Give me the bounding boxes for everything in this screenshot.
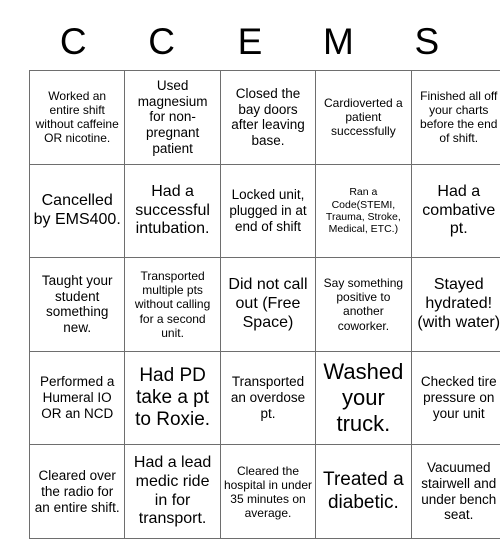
bingo-cell[interactable]: Transported an overdose pt. bbox=[219, 350, 317, 446]
bingo-cell[interactable]: Closed the bay doors after leaving base. bbox=[219, 70, 317, 165]
bingo-cell[interactable]: Finished all off your charts before the … bbox=[410, 70, 500, 165]
bingo-cell-text: Cleared the hospital in under 35 minutes… bbox=[223, 463, 312, 520]
bingo-cell[interactable]: Worked an entire shift without caffeine … bbox=[28, 70, 126, 165]
bingo-cell[interactable]: Cancelled by EMS400. bbox=[28, 163, 126, 259]
bingo-row: Performed a Humeral IO OR an NCD Had PD … bbox=[28, 350, 500, 446]
bingo-card: C C E M S Worked an entire shift without… bbox=[28, 12, 500, 539]
bingo-cell-text: Had PD take a pt to Roxie. bbox=[135, 364, 211, 431]
bingo-cell[interactable]: Say something positive to another cowork… bbox=[315, 257, 412, 352]
bingo-row: Cleared over the radio for an entire shi… bbox=[28, 444, 500, 539]
bingo-cell-text: Transported an overdose pt. bbox=[230, 374, 306, 421]
bingo-cell[interactable]: Used magnesium for non-pregnant patient bbox=[124, 70, 221, 165]
bingo-cell[interactable]: Had a successful intubation. bbox=[124, 163, 221, 259]
bingo-cell-text: Washed your truck. bbox=[323, 359, 404, 436]
bingo-cell[interactable]: Cleared the hospital in under 35 minutes… bbox=[219, 444, 317, 539]
bingo-header-letter-3: E bbox=[237, 20, 263, 62]
bingo-cell-text: Locked unit, plugged in at end of shift bbox=[229, 187, 307, 234]
bingo-header-letter-1: C bbox=[59, 20, 87, 62]
bingo-cell-text: Checked tire pressure on your unit bbox=[420, 374, 497, 421]
bingo-cell[interactable]: Washed your truck. bbox=[315, 350, 412, 446]
bingo-cell-free-space[interactable]: Did not call out (Free Space) bbox=[219, 257, 317, 352]
bingo-cell-text: Closed the bay doors after leaving base. bbox=[231, 85, 305, 149]
bingo-header-letter-4: M bbox=[323, 20, 354, 62]
bingo-row: Taught your student something new. Trans… bbox=[28, 257, 500, 352]
bingo-cell-text: Had a combative pt. bbox=[422, 182, 496, 238]
bingo-grid: Worked an entire shift without caffeine … bbox=[28, 70, 500, 539]
bingo-cell[interactable]: Ran a Code(STEMI, Trauma, Stroke, Medica… bbox=[315, 163, 412, 259]
bingo-cell-text: Had a successful intubation. bbox=[135, 182, 210, 238]
bingo-row: Worked an entire shift without caffeine … bbox=[28, 70, 500, 165]
bingo-cell-text: Say something positive to another cowork… bbox=[323, 276, 404, 333]
bingo-cell-text: Used magnesium for non-pregnant patient bbox=[137, 77, 208, 156]
bingo-cell-text: Taught your student something new. bbox=[41, 272, 113, 336]
bingo-cell[interactable]: Stayed hydrated! (with water) bbox=[410, 257, 500, 352]
bingo-cell-text: Ran a Code(STEMI, Trauma, Stroke, Medica… bbox=[325, 186, 401, 236]
bingo-cell[interactable]: Vacuumed stairwell and under bench seat. bbox=[410, 444, 500, 539]
bingo-cell[interactable]: Taught your student something new. bbox=[28, 257, 126, 352]
bingo-cell-text: Cancelled by EMS400. bbox=[33, 192, 121, 228]
bingo-cell[interactable]: Had a lead medic ride in for transport. bbox=[124, 444, 221, 539]
bingo-cell-text: Performed a Humeral IO OR an NCD bbox=[40, 374, 115, 421]
bingo-header-letter-5: S bbox=[414, 20, 440, 62]
bingo-cell[interactable]: Performed a Humeral IO OR an NCD bbox=[28, 350, 126, 446]
bingo-cell-text: Finished all off your charts before the … bbox=[420, 89, 498, 146]
bingo-header-row: C C E M S bbox=[29, 12, 471, 70]
bingo-row: Cancelled by EMS400. Had a successful in… bbox=[28, 163, 500, 259]
bingo-cell[interactable]: Had PD take a pt to Roxie. bbox=[124, 350, 221, 446]
bingo-cell-text: Worked an entire shift without caffeine … bbox=[35, 89, 119, 146]
bingo-cell[interactable]: Checked tire pressure on your unit bbox=[410, 350, 500, 446]
bingo-cell[interactable]: Cleared over the radio for an entire shi… bbox=[28, 444, 126, 539]
bingo-cell[interactable]: Had a combative pt. bbox=[410, 163, 500, 259]
bingo-cell[interactable]: Cardioverted a patient successfully bbox=[315, 70, 412, 165]
bingo-cell-text: Did not call out (Free Space) bbox=[228, 276, 308, 331]
bingo-cell-text: Treated a diabetic. bbox=[323, 469, 404, 513]
bingo-cell[interactable]: Locked unit, plugged in at end of shift bbox=[219, 163, 317, 259]
bingo-cell[interactable]: Transported multiple pts without calling… bbox=[124, 257, 221, 352]
bingo-cell-text: Cleared over the radio for an entire shi… bbox=[34, 468, 120, 515]
bingo-header-letter-2: C bbox=[148, 20, 175, 62]
bingo-cell-text: Had a lead medic ride in for transport. bbox=[133, 454, 212, 528]
bingo-cell[interactable]: Treated a diabetic. bbox=[315, 444, 412, 539]
bingo-cell-text: Vacuumed stairwell and under bench seat. bbox=[421, 460, 497, 523]
bingo-cell-text: Stayed hydrated! (with water) bbox=[417, 276, 500, 331]
bingo-cell-text: Cardioverted a patient successfully bbox=[324, 96, 403, 139]
bingo-cell-text: Transported multiple pts without calling… bbox=[134, 269, 211, 340]
